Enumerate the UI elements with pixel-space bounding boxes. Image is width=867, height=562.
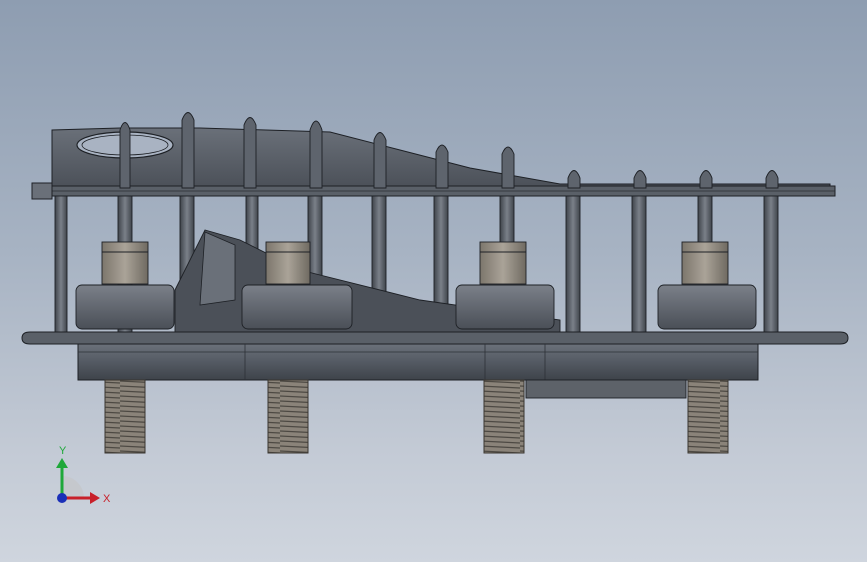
cad-model-view[interactable] [0,0,867,562]
upper-housing[interactable] [31,127,836,200]
z-axis-dot [57,493,67,503]
cad-graphics-viewport[interactable]: Y X [0,0,867,562]
y-axis-label: Y [59,445,67,457]
coordinate-triad: Y X [56,445,111,505]
x-axis-label: X [103,493,111,505]
